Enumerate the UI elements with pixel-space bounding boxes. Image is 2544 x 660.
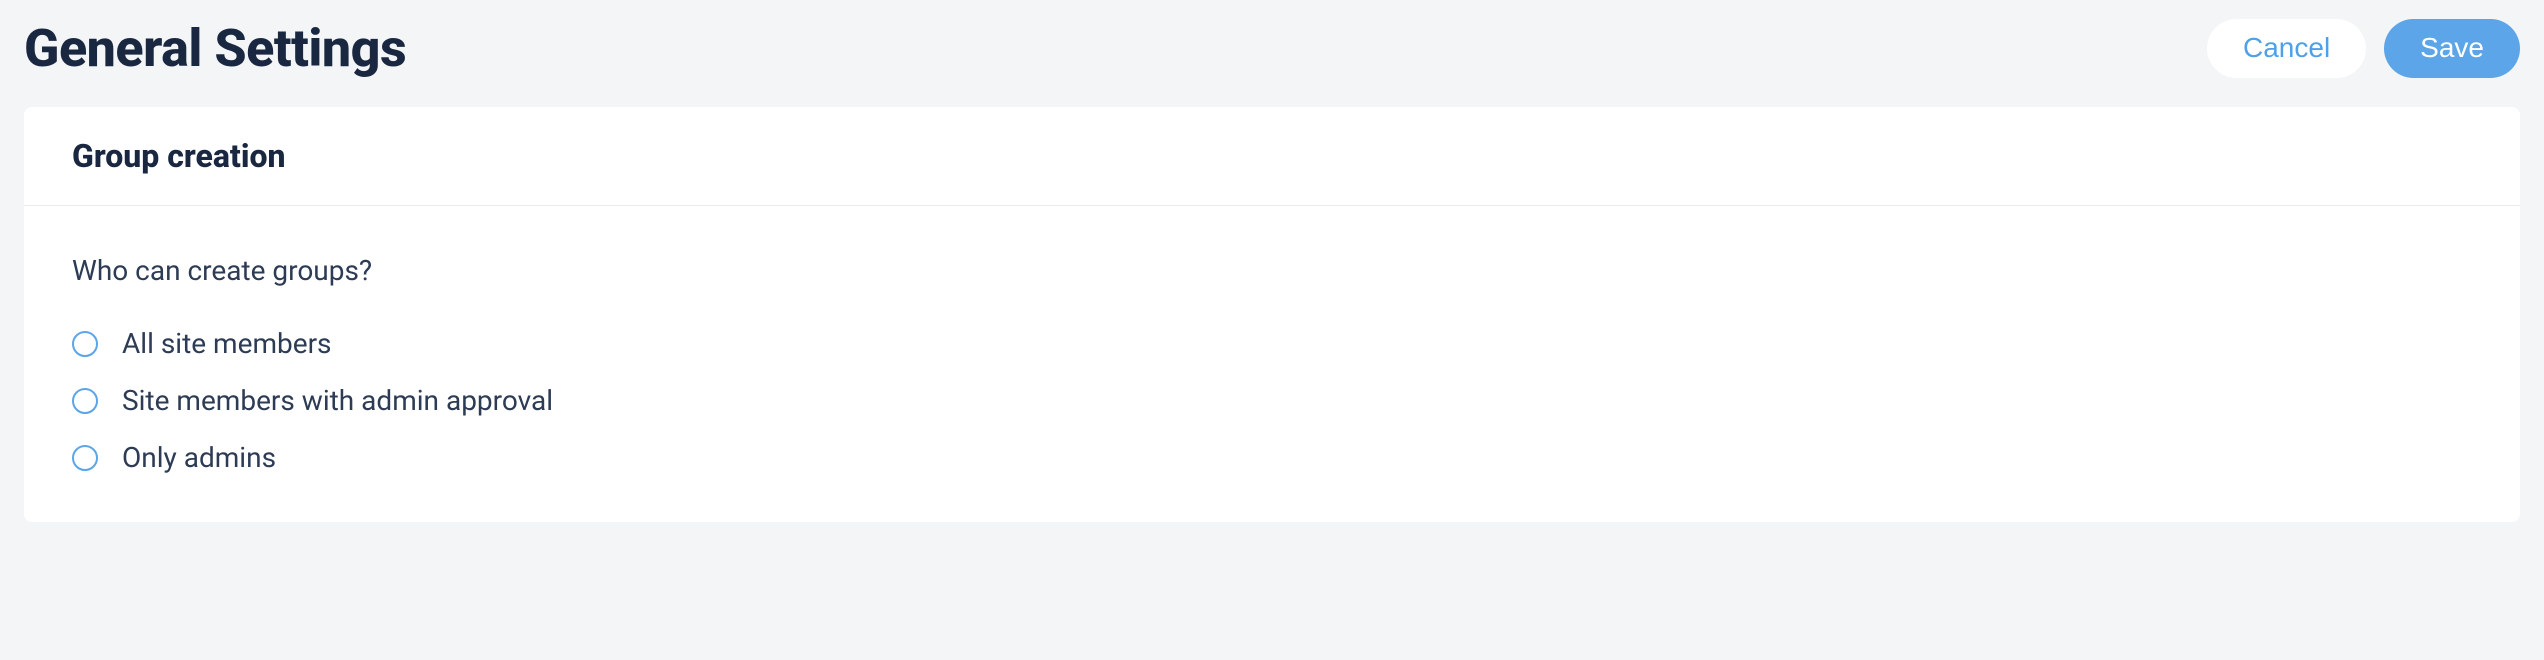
radio-option-all-members[interactable]: All site members (72, 327, 2472, 360)
page-header: General Settings Cancel Save (24, 0, 2520, 107)
radio-icon (72, 331, 98, 357)
panel-title: Group creation (72, 137, 2472, 175)
radio-icon (72, 445, 98, 471)
radio-group: All site members Site members with admin… (72, 327, 2472, 474)
radio-label: Site members with admin approval (122, 384, 553, 417)
save-button[interactable]: Save (2384, 19, 2520, 78)
header-actions: Cancel Save (2207, 19, 2520, 78)
page-title: General Settings (24, 18, 406, 79)
radio-label: Only admins (122, 441, 276, 474)
radio-option-only-admins[interactable]: Only admins (72, 441, 2472, 474)
radio-option-admin-approval[interactable]: Site members with admin approval (72, 384, 2472, 417)
radio-icon (72, 388, 98, 414)
question-label: Who can create groups? (72, 254, 2472, 287)
panel-body: Who can create groups? All site members … (24, 206, 2520, 522)
radio-label: All site members (122, 327, 332, 360)
group-creation-panel: Group creation Who can create groups? Al… (24, 107, 2520, 522)
cancel-button[interactable]: Cancel (2207, 19, 2366, 78)
panel-header: Group creation (24, 107, 2520, 206)
